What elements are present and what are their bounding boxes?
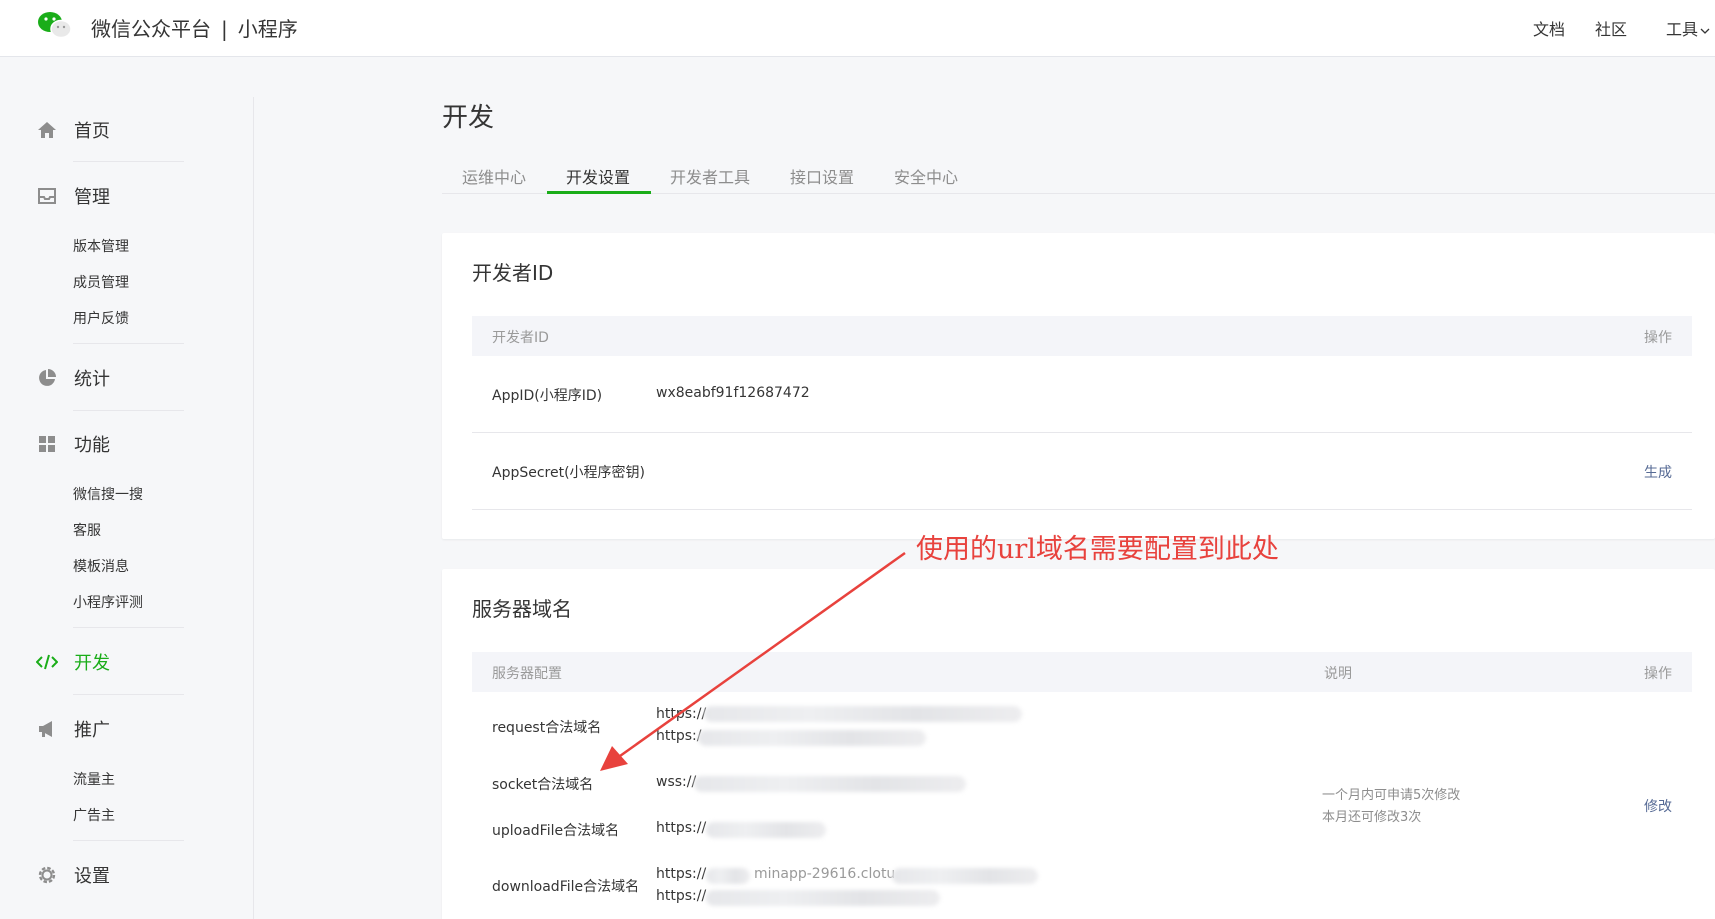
download-domain-partial: minapp-29616.clotu. [754,866,900,882]
tools-menu[interactable]: 工具 [1666,16,1710,40]
divider [73,343,184,344]
divider [73,840,184,841]
page-title: 开发 [442,103,495,133]
sidebar-label-features: 功能 [74,435,110,456]
developer-id-table-header: 开发者ID 操作 [472,316,1692,356]
sidebar-item-home[interactable]: 首页 [36,117,110,143]
tab-bar: 运维中心 开发设置 开发者工具 接口设置 安全中心 [442,150,1715,194]
sidebar-sub-feedback[interactable]: 用户反馈 [73,308,129,328]
server-domain-card: 服务器域名 服务器配置 说明 操作 request合法域名 https:// h… [442,569,1715,919]
brand-title[interactable]: 微信公众平台 | 小程序 [91,13,298,42]
sidebar-label-home: 首页 [74,121,110,142]
header-description: 说明 [1324,666,1352,682]
divider [73,161,184,162]
sidebar-label-manage: 管理 [74,187,110,208]
generate-secret-link[interactable]: 生成 [1644,462,1672,482]
home-icon [36,119,58,141]
modify-domain-link[interactable]: 修改 [1644,796,1672,816]
megaphone-icon [36,718,58,740]
divider [73,694,184,695]
code-icon [36,651,58,673]
pie-chart-icon [36,367,58,389]
developer-id-title: 开发者ID [472,261,554,285]
tab-security-center[interactable]: 安全中心 [894,164,958,188]
header-action: 操作 [1644,666,1672,682]
sidebar-sub-service[interactable]: 客服 [73,520,101,540]
request-domain-value-2: https:/ [656,728,702,744]
row-divider [472,509,1692,510]
sidebar: 首页 管理 版本管理 成员管理 用户反馈 统计 功能 微信搜一搜 客服 模板消息… [0,57,254,919]
community-link[interactable]: 社区 [1595,16,1627,40]
chevron-down-icon [1700,28,1710,34]
tab-ops-center[interactable]: 运维中心 [462,164,526,188]
tab-dev-settings[interactable]: 开发设置 [566,164,630,188]
sidebar-sub-members[interactable]: 成员管理 [73,272,129,292]
sidebar-item-stats[interactable]: 统计 [36,365,110,391]
redacted-blur [706,868,750,884]
server-domain-title: 服务器域名 [472,597,572,621]
redacted-blur [698,730,926,746]
redacted-blur [892,868,1038,884]
redacted-blur [694,776,966,792]
header-server-config: 服务器配置 [492,666,562,682]
socket-domain-value: wss:// [656,774,697,790]
sidebar-divider [253,97,254,919]
server-domain-table-header: 服务器配置 说明 操作 [472,652,1692,692]
sidebar-sub-version[interactable]: 版本管理 [73,236,129,256]
top-bar: 微信公众平台 | 小程序 文档 社区 工具 [0,0,1715,57]
appid-label: AppID(小程序ID) [492,388,603,404]
request-domain-value-1: https:// [656,706,707,722]
modify-limit-text: 一个月内可申请5次修改 [1322,788,1461,803]
brand-sub: 小程序 [237,17,298,41]
grid-icon [36,433,58,455]
active-tab-indicator [547,191,651,194]
sidebar-sub-search[interactable]: 微信搜一搜 [73,484,143,504]
download-domain-value-1: https:// [656,866,707,882]
sidebar-item-features[interactable]: 功能 [36,431,110,457]
developer-id-card: 开发者ID 开发者ID 操作 AppID(小程序ID) wx8eabf91f12… [442,233,1715,539]
header-developer-id: 开发者ID [492,330,549,346]
sidebar-label-stats: 统计 [74,369,110,390]
divider [73,627,184,628]
docs-link[interactable]: 文档 [1533,16,1565,40]
sidebar-item-promote[interactable]: 推广 [36,716,110,742]
sidebar-label-develop: 开发 [74,653,110,674]
sidebar-sub-evaluation[interactable]: 小程序评测 [73,592,143,612]
brand-main: 微信公众平台 [91,17,211,41]
sidebar-sub-advertiser[interactable]: 广告主 [73,805,115,825]
tools-label: 工具 [1666,20,1699,39]
sidebar-sub-traffic[interactable]: 流量主 [73,769,115,789]
upload-domain-value: https:// [656,820,707,836]
redacted-blur [706,890,940,906]
tab-dev-tools[interactable]: 开发者工具 [670,164,750,188]
gear-icon [36,864,58,886]
divider [73,410,184,411]
upload-domain-label: uploadFile合法域名 [492,823,620,839]
modify-remaining-text: 本月还可修改3次 [1322,810,1422,825]
tab-api-settings[interactable]: 接口设置 [790,164,854,188]
sidebar-item-develop[interactable]: 开发 [36,649,110,675]
row-divider [472,432,1692,433]
annotation-text: 使用的url域名需要配置到此处 [916,534,1279,565]
sidebar-sub-template[interactable]: 模板消息 [73,556,129,576]
download-domain-label: downloadFile合法域名 [492,879,640,895]
brand-separator: | [221,17,228,41]
socket-domain-label: socket合法域名 [492,777,594,793]
appid-value: wx8eabf91f12687472 [656,385,810,401]
sidebar-item-manage[interactable]: 管理 [36,183,110,209]
appsecret-label: AppSecret(小程序密钥) [492,465,646,481]
sidebar-label-promote: 推广 [74,720,110,741]
inbox-icon [36,185,58,207]
sidebar-item-settings[interactable]: 设置 [36,862,110,888]
download-domain-value-2: https:// [656,888,707,904]
request-domain-label: request合法域名 [492,720,602,736]
header-action: 操作 [1644,330,1672,346]
sidebar-label-settings: 设置 [74,866,110,887]
wechat-logo-icon [38,12,72,39]
redacted-blur [704,706,1022,722]
redacted-blur [706,822,826,838]
